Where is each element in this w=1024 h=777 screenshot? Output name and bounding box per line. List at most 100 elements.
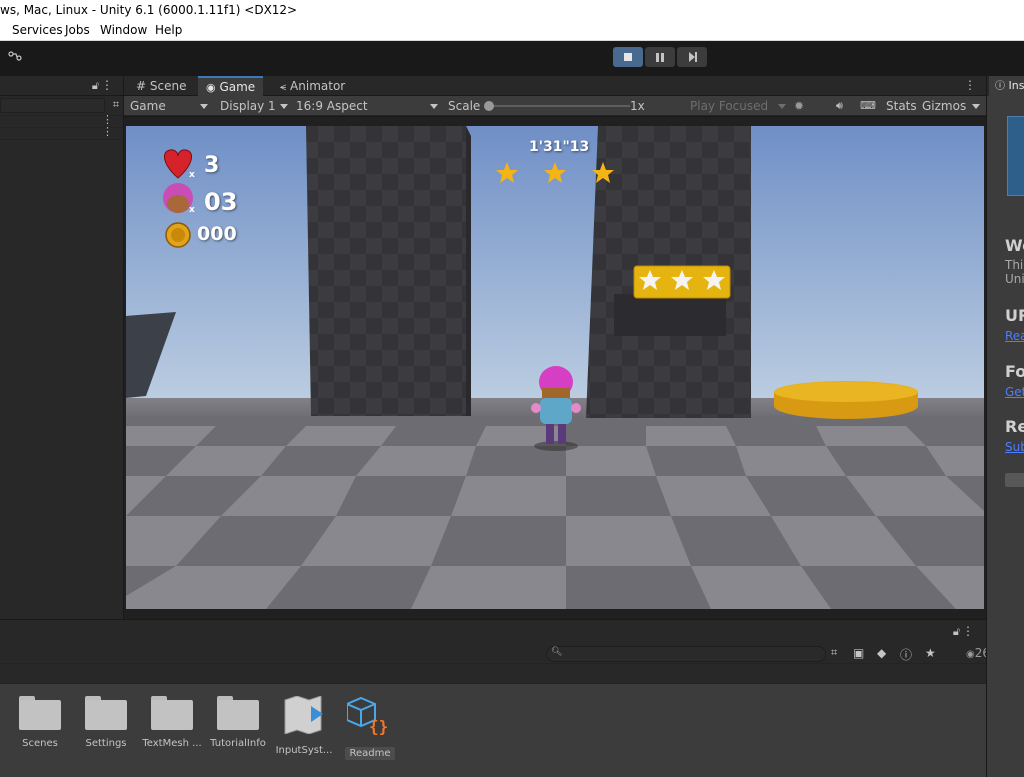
bug-icon[interactable]: ✹ (794, 96, 804, 116)
inspector-link[interactable]: Get (1005, 385, 1024, 399)
asset-label: Scenes (22, 738, 58, 749)
asset-item[interactable]: TextMesh ... (140, 696, 204, 749)
asset-item[interactable]: TutorialInfo (206, 696, 270, 749)
inspector-heading: UR (1005, 306, 1024, 325)
project-search-input[interactable]: 🔍︎ (546, 646, 826, 662)
game-viewport[interactable]: x x 3 03 000 1'31"13 (126, 126, 984, 609)
chevron-down-icon (280, 104, 288, 109)
svg-text:x: x (189, 170, 195, 180)
asset-item[interactable]: Settings (74, 696, 138, 749)
asset-item[interactable]: InputSyst... (272, 695, 336, 756)
tab-game-label: Game (219, 80, 256, 94)
svg-text:x: x (189, 205, 195, 215)
menu-services[interactable]: Services (12, 20, 63, 41)
stats-button[interactable]: Stats (886, 96, 917, 116)
kebab-menu-icon[interactable]: ⋮ (102, 125, 113, 138)
lock-icon[interactable]: 🔓︎ (953, 625, 960, 639)
svg-text:{}: {} (369, 717, 388, 736)
timer: 1'31"13 (529, 139, 590, 155)
project-breadcrumb-bar (0, 664, 986, 684)
inspector-panel: ⓘ Ins We Thi Uni UR Rea Fo Get Re Sub (986, 76, 1024, 777)
lock-icon[interactable]: 🔓︎ (92, 79, 99, 93)
hierarchy-search-input[interactable] (0, 98, 105, 113)
audio-mute-icon[interactable]: 🔊︎ (836, 96, 843, 116)
hierarchy-tabbar: 🔓︎ ⋮ (0, 76, 123, 96)
label-tag-icon[interactable]: ◆ (877, 646, 886, 660)
display-label: Display 1 (220, 99, 276, 113)
step-icon (689, 52, 697, 62)
folder-icon (19, 696, 61, 730)
eye-icon: ◉ (966, 649, 975, 660)
chevron-down-icon (200, 104, 208, 109)
window-title: ws, Mac, Linux - Unity 6.1 (6000.1.11f1)… (0, 0, 1024, 20)
aspect-label: 16:9 Aspect (296, 99, 368, 113)
tab-scene[interactable]: # Scene (128, 76, 194, 96)
asset-label: TutorialInfo (210, 738, 266, 749)
search-options-icon[interactable]: ⌗ (113, 98, 119, 112)
tab-animator-label: Animator (290, 79, 346, 93)
kebab-menu-icon[interactable]: ⋮ (964, 78, 976, 92)
info-icon[interactable]: ⓘ (900, 646, 912, 663)
folder-icon (217, 696, 259, 730)
inspector-link[interactable]: Rea (1005, 329, 1024, 343)
search-icon: 🔍︎ (551, 647, 563, 657)
search-by-type-icon[interactable]: ⌗ (831, 646, 837, 660)
inspector-heading: Re (1005, 417, 1024, 436)
coins-count: 000 (197, 223, 237, 245)
game-controls-bar: Game Display 1 16:9 Aspect Scale 1x Play… (124, 96, 986, 116)
menu-bar: Services Jobs Window Help (0, 20, 1024, 41)
pause-icon (656, 52, 664, 62)
animator-icon: ⪪ (280, 80, 287, 93)
inspector-button[interactable] (1005, 473, 1024, 487)
scale-slider-track[interactable] (490, 105, 630, 107)
stop-icon (624, 53, 632, 61)
asset-label: InputSyst... (275, 745, 333, 756)
inspector-heading: Fo (1005, 362, 1024, 381)
inspector-body: We Thi Uni UR Rea Fo Get Re Sub (987, 96, 1024, 777)
game-view-dropdown[interactable]: Game (130, 96, 166, 116)
scale-value: 1x (630, 99, 645, 113)
scale-slider-handle[interactable] (484, 101, 494, 111)
tab-inspector-label: Ins (1008, 79, 1024, 92)
asset-item[interactable]: Scenes (8, 696, 72, 749)
inspector-link[interactable]: Sub (1005, 440, 1024, 454)
scale-label: Scale (448, 99, 481, 113)
menu-help[interactable]: Help (155, 20, 182, 41)
inspector-heading: We (1005, 236, 1024, 255)
asset-item[interactable]: {} Readme (338, 696, 402, 763)
folder-icon (151, 696, 193, 730)
keyboard-icon[interactable]: ⌨︎ (860, 96, 876, 116)
readme-banner-image (1007, 116, 1024, 196)
folder-icon (85, 696, 127, 730)
filter-type-icon[interactable]: ▣ (853, 646, 864, 660)
hierarchy-row[interactable]: ⋮ (0, 125, 123, 140)
menu-jobs[interactable]: Jobs (65, 20, 90, 41)
game-scene: x x (126, 126, 984, 609)
stop-button[interactable] (613, 47, 643, 67)
branch-icon[interactable] (8, 51, 22, 64)
display-dropdown[interactable]: Display 1 (220, 96, 276, 116)
tab-inspector[interactable]: ⓘ Ins (989, 76, 1024, 96)
gizmos-button[interactable]: Gizmos (922, 96, 966, 116)
main-toolbar (0, 41, 1024, 74)
gamepad-icon: ◉ (206, 81, 216, 94)
tab-animator[interactable]: ⪪ Animator (272, 76, 353, 96)
tab-game[interactable]: ◉ Game (198, 76, 264, 96)
chevron-down-icon (972, 104, 980, 109)
play-focused-dropdown[interactable]: Play Focused (690, 96, 768, 116)
players-count: 03 (204, 188, 238, 216)
play-focused-label: Play Focused (690, 99, 769, 113)
view-tabbar: # Scene ◉ Game ⪪ Animator ⋮ (124, 76, 986, 96)
step-button[interactable] (677, 47, 707, 67)
hierarchy-panel: 🔓︎ ⋮ ⌗ ⋮ ⋮ (0, 76, 124, 619)
aspect-dropdown[interactable]: 16:9 Aspect (296, 96, 368, 116)
input-system-icon (284, 695, 323, 735)
kebab-menu-icon[interactable]: ⋮ (962, 624, 974, 638)
menu-window[interactable]: Window (100, 20, 147, 41)
pause-button[interactable] (645, 47, 675, 67)
lives-count: 3 (204, 153, 220, 178)
asset-label: Readme (345, 747, 395, 760)
favorite-star-icon[interactable]: ★ (925, 646, 936, 660)
kebab-menu-icon[interactable]: ⋮ (101, 78, 113, 92)
chevron-down-icon (778, 104, 786, 109)
